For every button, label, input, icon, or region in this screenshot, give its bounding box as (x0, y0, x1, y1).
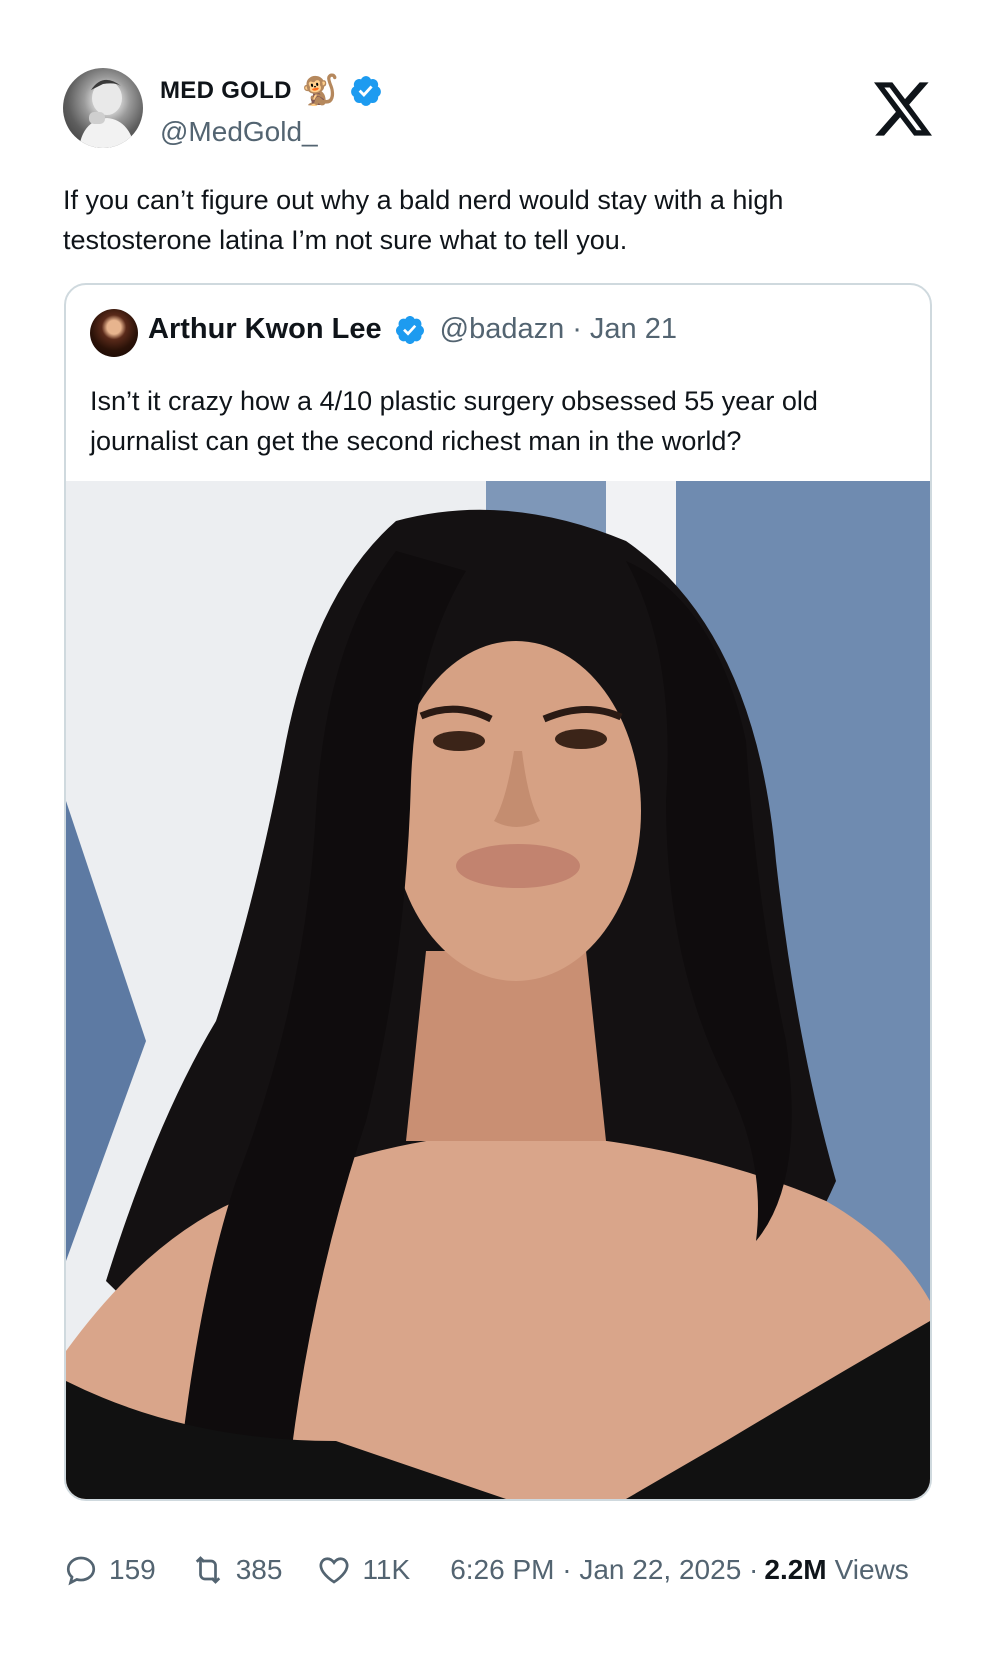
retweet-button[interactable]: 385 (190, 1552, 283, 1588)
quoted-author-name[interactable]: Arthur Kwon Lee (148, 313, 382, 346)
quoted-author-avatar[interactable] (90, 309, 138, 357)
tweet-text: If you can’t figure out why a bald nerd … (63, 185, 784, 255)
author-handle[interactable]: @MedGold_ (160, 116, 318, 148)
views-count: 2.2M (764, 1554, 827, 1585)
tweet-card: MED GOLD 🐒 @MedGold_ If you can’t figure… (0, 0, 996, 1654)
views-label: Views (834, 1554, 909, 1585)
reply-button[interactable]: 159 (63, 1552, 156, 1588)
like-button[interactable]: 11K (316, 1552, 410, 1588)
reply-count: 159 (109, 1554, 156, 1585)
like-count: 11K (362, 1554, 411, 1585)
tweet-timestamp[interactable]: 6:26 PM · Jan 22, 2025 · (450, 1554, 758, 1586)
quoted-tweet[interactable]: Arthur Kwon Lee @badazn · Jan 21 Isn’t i… (64, 283, 932, 1501)
heart-icon (319, 1557, 349, 1584)
quoted-text: Isn’t it crazy how a 4/10 plastic surger… (90, 386, 818, 456)
verified-badge-icon (351, 76, 381, 106)
quoted-author-handle[interactable]: @badazn (440, 313, 565, 346)
quoted-photo[interactable] (66, 481, 930, 1499)
author-avatar[interactable] (63, 68, 143, 148)
quoted-date[interactable]: Jan 21 (590, 313, 677, 346)
author-name[interactable]: MED GOLD (160, 77, 292, 105)
tweet-footer: 159 385 11K 6:26 PM · Jan 22, 2025 · 2.2… (63, 1548, 933, 1592)
monkey-emoji-icon: 🐒 (301, 74, 340, 107)
verified-badge-icon (395, 315, 424, 344)
photo-illustration (66, 481, 930, 1499)
reply-icon (66, 1556, 96, 1586)
retweet-count: 385 (235, 1554, 283, 1585)
author-name-row: MED GOLD 🐒 (160, 74, 383, 108)
dot-separator: · (572, 313, 582, 345)
retweet-icon (195, 1556, 220, 1584)
x-logo-icon[interactable] (874, 82, 932, 136)
quoted-header: Arthur Kwon Lee @badazn · Jan 21 (148, 313, 677, 346)
